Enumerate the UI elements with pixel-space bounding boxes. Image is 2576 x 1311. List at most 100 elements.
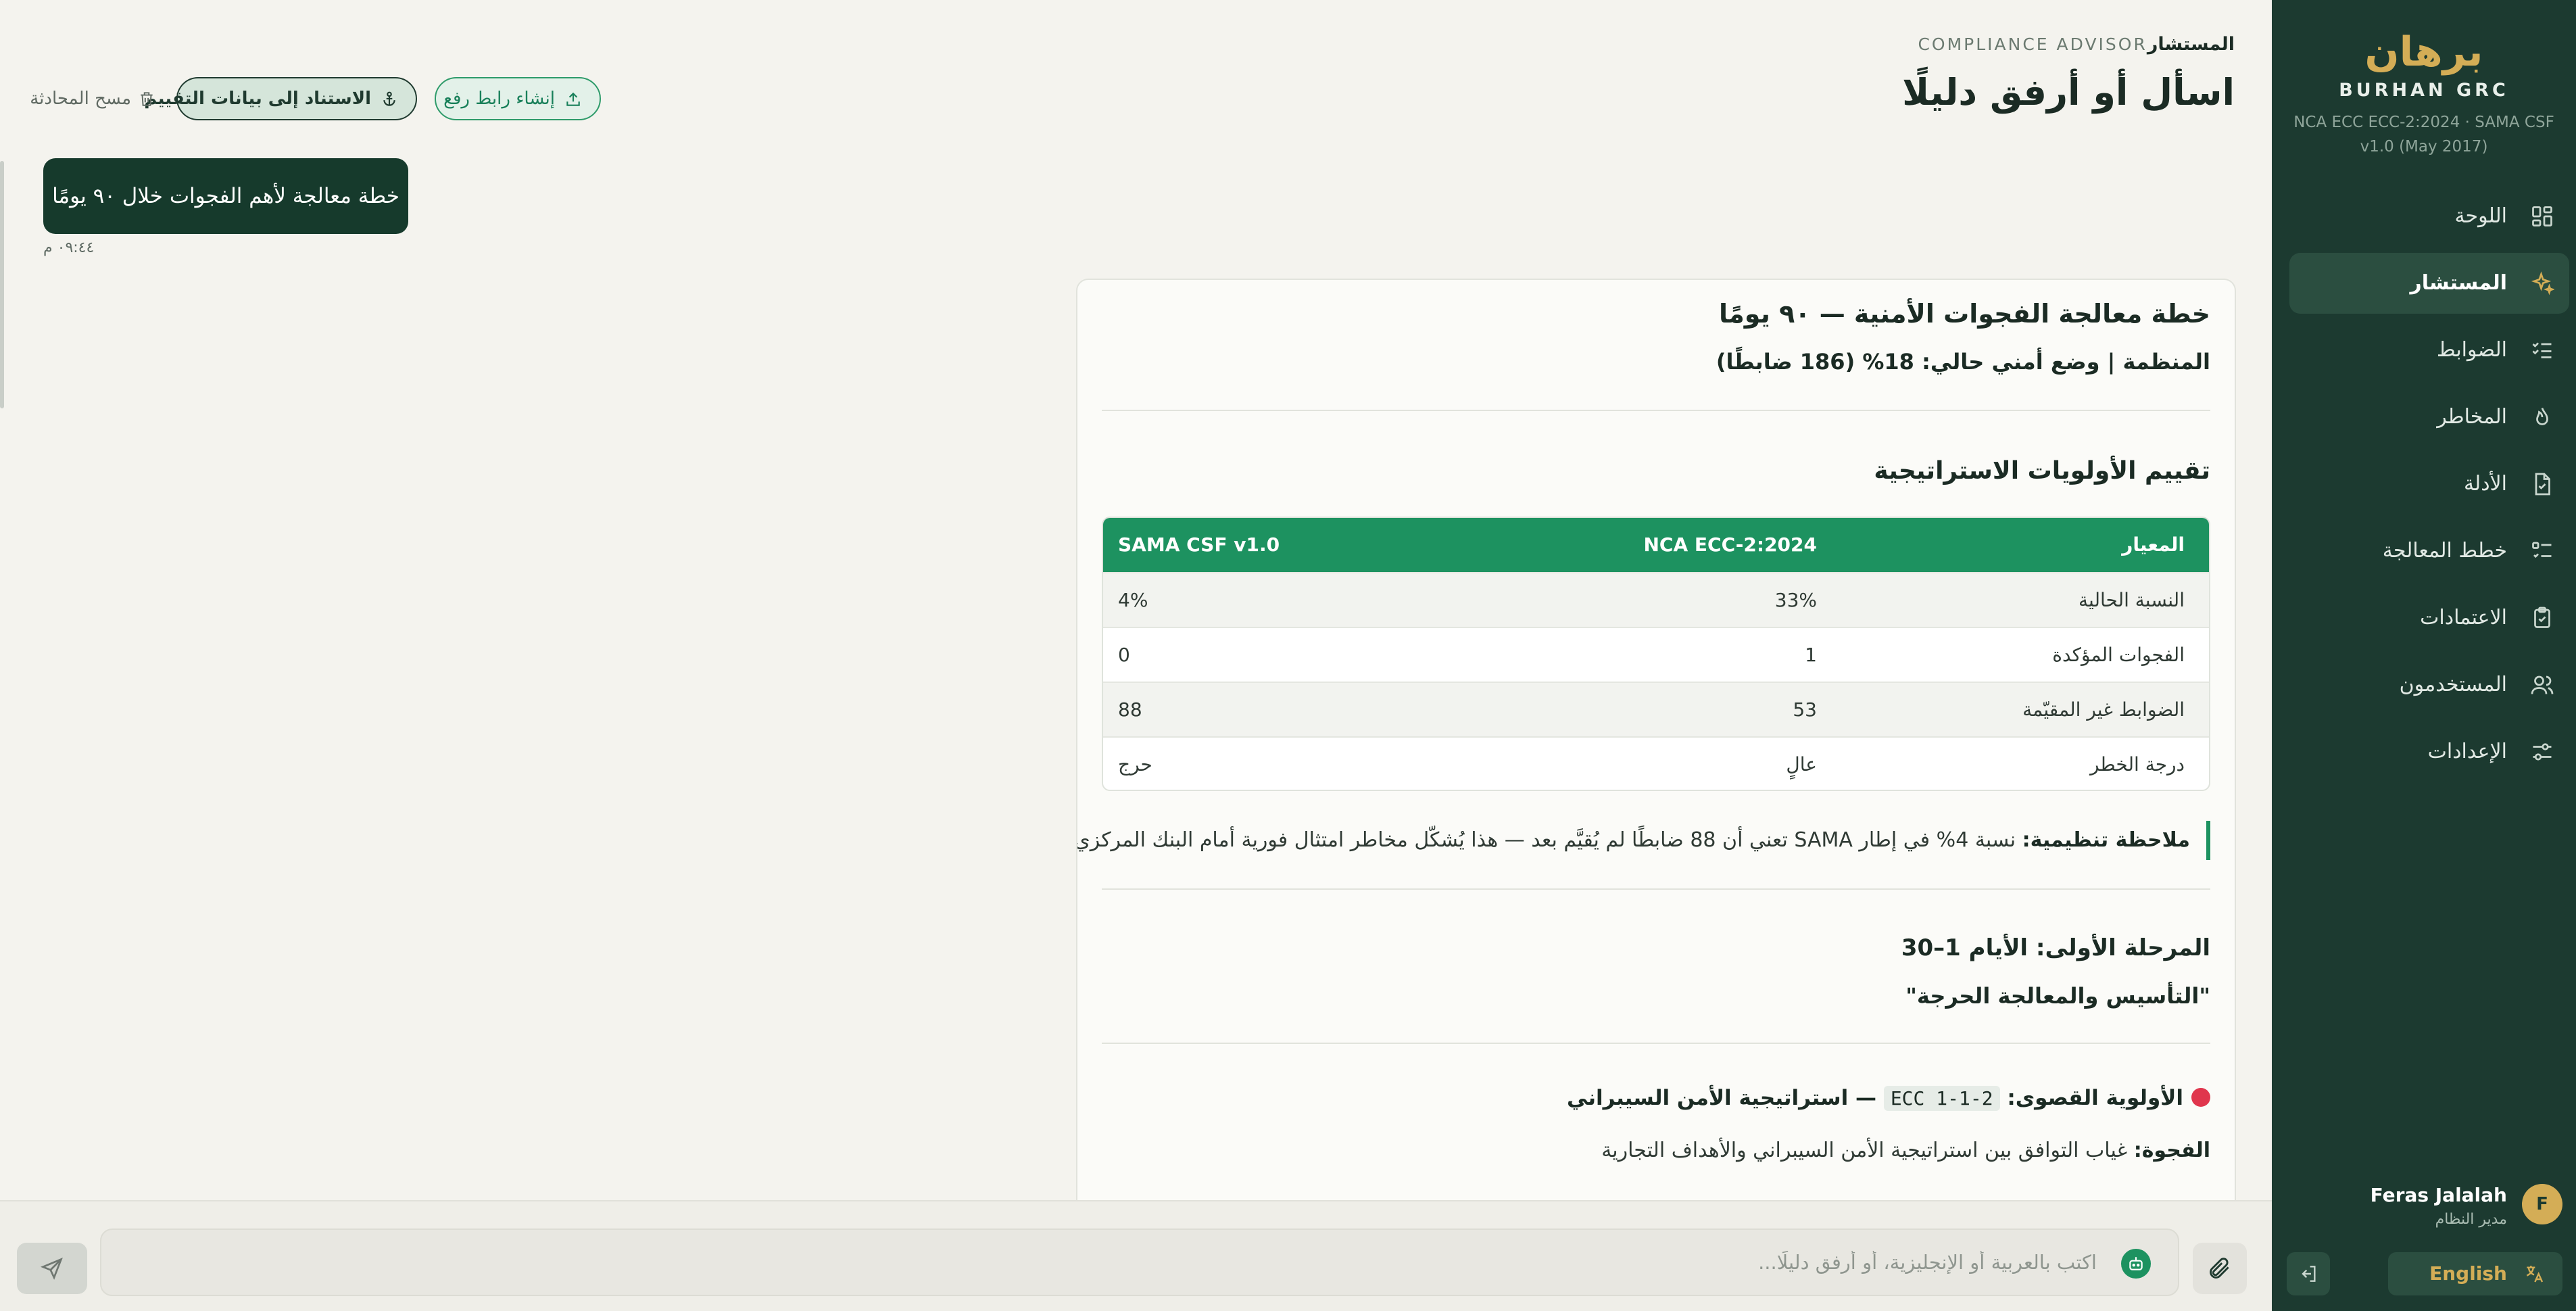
priority-text: — استراتيجية الأمن السيبراني <box>1567 1086 1877 1110</box>
message-input-wrapper <box>100 1229 2179 1296</box>
brand-name: BURHAN GRC <box>2339 80 2509 101</box>
bot-icon[interactable] <box>2121 1249 2151 1279</box>
anchor-to-assessment-button[interactable]: الاستناد إلى بيانات التقييم <box>144 77 417 120</box>
clipboard-check-icon <box>2530 606 2554 630</box>
sidebar-item-label: المستشار <box>2410 271 2508 295</box>
table-cell: النسبة الحالية <box>2078 589 2185 611</box>
table-row: درجة الخطر عالٍ حرج <box>1103 736 2209 790</box>
sliders-icon <box>2530 740 2554 764</box>
phase-heading: المرحلة الأولى: الأيام 1–30 <box>1901 934 2210 961</box>
chat-thread[interactable]: خطة معالجة لأهم الفجوات خلال ٩٠ يومًا ٠٩… <box>0 149 2272 1200</box>
table-header-cell: المعيار <box>2122 533 2185 556</box>
user-message-bubble: خطة معالجة لأهم الفجوات خلال ٩٠ يومًا <box>43 158 408 234</box>
table-cell: درجة الخطر <box>2089 753 2185 776</box>
upload-icon <box>564 91 582 108</box>
scrollbar[interactable] <box>0 161 4 408</box>
table-row: النسبة الحالية 33% 4% <box>1103 572 2209 627</box>
sidebar-item-users[interactable]: المستخدمون <box>2289 654 2569 715</box>
page-title: اسأل أو أرفق دليلًا <box>1902 71 2235 114</box>
table-cell: الضوابط غير المقيّمة <box>2022 698 2185 721</box>
sidebar-item-settings[interactable]: الإعدادات <box>2289 721 2569 782</box>
language-label: English <box>2429 1262 2507 1285</box>
gap-text: غياب التوافق بين استراتيجية الأمن السيبر… <box>1601 1139 2134 1162</box>
sidebar-item-approvals[interactable]: الاعتمادات <box>2289 588 2569 648</box>
brand-logo-arabic: برهان <box>2364 28 2483 76</box>
priorities-table: المعيار NCA ECC-2:2024 SAMA CSF v1.0 الن… <box>1102 517 2210 791</box>
sidebar-nav: اللوحة المستشار الضوابط المخاطر الأدلة خ… <box>2289 186 2569 788</box>
sidebar-item-label: الإعدادات <box>2427 740 2507 763</box>
message-composer <box>0 1200 2272 1311</box>
table-row: الضوابط غير المقيّمة 53 88 <box>1103 682 2209 736</box>
logout-icon <box>2298 1263 2319 1285</box>
user-role: مدير النظام <box>2435 1211 2507 1228</box>
sidebar-item-controls[interactable]: الضوابط <box>2289 320 2569 381</box>
table-cell: 4% <box>1118 589 1148 611</box>
flame-icon <box>2530 405 2554 429</box>
sidebar-item-dashboard[interactable]: اللوحة <box>2289 186 2569 247</box>
regulatory-note: ملاحظة تنظيمية: نسبة 4% في إطار SAMA تعن… <box>1077 821 2210 860</box>
table-header-cell: SAMA CSF v1.0 <box>1118 533 1280 556</box>
priority-label: الأولوية القصوى: <box>2007 1086 2183 1110</box>
table-header: المعيار NCA ECC-2:2024 SAMA CSF v1.0 <box>1103 518 2209 572</box>
app-root: برهان BURHAN GRC NCA ECC ECC-2:2024 · SA… <box>0 0 2576 1311</box>
translate-icon <box>2523 1263 2545 1285</box>
language-toggle-button[interactable]: English <box>2388 1252 2562 1295</box>
users-icon <box>2530 673 2554 697</box>
sparkles-icon <box>2530 271 2554 295</box>
priorities-heading: تقييم الأولويات الاستراتيجية <box>1874 457 2210 485</box>
user-name: Feras Jalalah <box>2370 1184 2507 1206</box>
message-input[interactable] <box>101 1230 2110 1295</box>
avatar: F <box>2522 1184 2562 1224</box>
sidebar-item-label: الاعتمادات <box>2420 606 2507 629</box>
sidebar-item-risks[interactable]: المخاطر <box>2289 387 2569 448</box>
table-row: الفجوات المؤكدة 1 0 <box>1103 627 2209 682</box>
sidebar-item-label: الضوابط <box>2436 338 2507 362</box>
divider <box>1102 888 2210 890</box>
sidebar-item-label: الأدلة <box>2463 472 2507 496</box>
page-eyebrow-ar: المستشار <box>2147 34 2235 55</box>
sidebar: برهان BURHAN GRC NCA ECC ECC-2:2024 · SA… <box>2272 0 2576 1311</box>
send-button[interactable] <box>17 1243 87 1294</box>
dashboard-icon <box>2530 204 2554 229</box>
page-eyebrow: COMPLIANCE ADVISORالمستشار <box>1907 34 2235 55</box>
brand: برهان BURHAN GRC NCA ECC ECC-2:2024 · SA… <box>2272 26 2576 159</box>
regulatory-note-label: ملاحظة تنظيمية: <box>2022 828 2190 852</box>
sidebar-item-remediation-plans[interactable]: خطط المعالجة <box>2289 521 2569 581</box>
logout-button[interactable] <box>2287 1252 2330 1295</box>
create-upload-link-label: إنشاء رابط رفع <box>443 89 555 109</box>
answer-title: خطة معالجة الفجوات الأمنية — ٩٠ يومًا <box>1718 299 2210 329</box>
attach-file-button[interactable] <box>2193 1243 2247 1294</box>
clear-chat-button[interactable]: مسح المحادثة <box>27 84 162 114</box>
checklist-icon <box>2530 338 2554 362</box>
table-cell: 88 <box>1118 698 1142 721</box>
priority-code: ECC 1-1-2 <box>1883 1086 2000 1111</box>
sidebar-item-label: اللوحة <box>2454 204 2507 228</box>
anchor-to-assessment-label: الاستناد إلى بيانات التقييم <box>144 89 371 109</box>
sidebar-item-evidence[interactable]: الأدلة <box>2289 454 2569 515</box>
send-icon <box>40 1256 64 1281</box>
create-upload-link-button[interactable]: إنشاء رابط رفع <box>435 77 601 120</box>
trash-icon <box>138 90 155 108</box>
table-cell: 33% <box>1774 589 1817 611</box>
answer-subtitle: المنظمة | وضع أمني حالي: 18% (186 ضابطًا… <box>1716 349 2210 375</box>
gap-label: الفجوة: <box>2133 1139 2210 1162</box>
divider <box>1102 410 2210 411</box>
sidebar-item-label: خطط المعالجة <box>2382 539 2507 563</box>
sidebar-item-label: المستخدمون <box>2399 673 2507 696</box>
anchor-icon <box>381 91 398 108</box>
red-circle-icon <box>2191 1087 2210 1107</box>
message-timestamp: ٠٩:٤٤ م <box>43 239 95 256</box>
sidebar-item-label: المخاطر <box>2437 405 2507 429</box>
table-cell: 1 <box>1805 644 1817 666</box>
file-icon <box>2530 472 2554 496</box>
table-cell: حرج <box>1118 753 1152 776</box>
top-priority-line: الأولوية القصوى: ECC 1-1-2 — استراتيجية … <box>1567 1086 2210 1111</box>
phase-subheading: "التأسيس والمعالجة الحرجة" <box>1905 983 2210 1009</box>
user-profile[interactable]: F Feras Jalalah مدير النظام <box>2285 1180 2562 1228</box>
sidebar-item-advisor[interactable]: المستشار <box>2289 253 2569 314</box>
table-cell: عالٍ <box>1786 753 1817 776</box>
table-cell: 53 <box>1793 698 1817 721</box>
list-check-icon <box>2530 539 2554 563</box>
paperclip-icon <box>2207 1256 2233 1281</box>
framework-version: NCA ECC ECC-2:2024 · SAMA CSF v1.0 (May … <box>2293 114 2554 156</box>
